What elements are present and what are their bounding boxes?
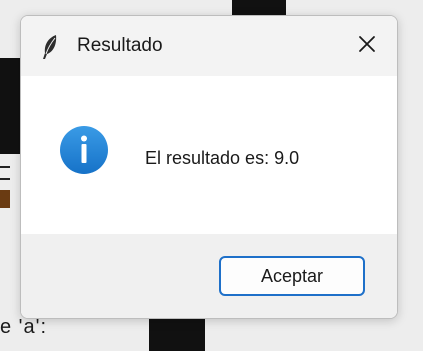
background-window-fragment — [0, 190, 10, 208]
dialog-content: El resultado es: 9.0 — [21, 76, 397, 234]
dialog-titlebar[interactable]: Resultado — [21, 16, 397, 76]
aceptar-button[interactable]: Aceptar — [219, 256, 365, 296]
background-window-fragment — [232, 0, 286, 16]
background-window-fragment — [0, 166, 10, 180]
background-window-fragment — [0, 58, 20, 154]
background-window-fragment — [149, 314, 205, 351]
close-icon — [357, 34, 377, 59]
dialog-footer: Aceptar — [21, 234, 397, 318]
info-icon — [59, 125, 109, 175]
dialog-title: Resultado — [77, 35, 163, 56]
feather-icon — [39, 34, 61, 60]
close-button[interactable] — [349, 28, 385, 64]
background-text: e 'a': — [0, 316, 47, 338]
dialog-message: El resultado es: 9.0 — [145, 148, 300, 168]
message-dialog: Resultado El resultado es: 9.0 Aceptar — [20, 15, 398, 319]
